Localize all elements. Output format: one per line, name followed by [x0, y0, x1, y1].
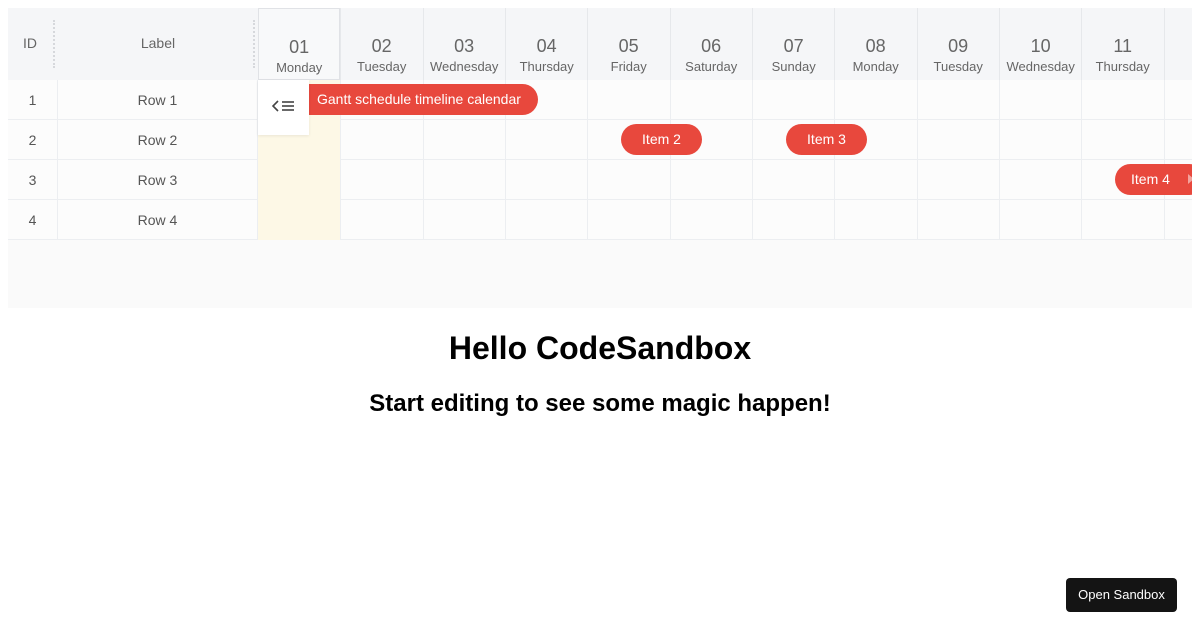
open-sandbox-button[interactable]: Open Sandbox [1066, 578, 1177, 612]
table-row: 1 Row 1 [8, 80, 1192, 120]
table-row: 4 Row 4 [8, 200, 1192, 240]
date-day: Tuesday [357, 59, 407, 74]
row-label: Row 3 [58, 160, 258, 200]
collapse-list-icon [272, 100, 294, 112]
date-number: 07 [783, 36, 804, 56]
page-subtitle: Start editing to see some magic happen! [369, 390, 831, 417]
date-column-10: 10 Wednesday [999, 8, 1081, 80]
gantt-item-label: Item 4 [1131, 171, 1170, 187]
id-header-label: ID [23, 35, 37, 51]
date-day: Tuesday [933, 59, 983, 74]
scroll-right-icon[interactable] [1188, 174, 1192, 184]
date-column-03: 03 Wednesday [422, 8, 505, 80]
label-column-header: Label [58, 8, 258, 80]
date-column-07: 07 Sunday [752, 8, 834, 80]
column-resize-handle[interactable] [53, 20, 55, 68]
gantt-chart: ID Label 01 Monday 02 Tuesday 03 Wednesd… [8, 8, 1192, 308]
date-number: 04 [536, 36, 557, 56]
collapse-list-button[interactable] [258, 80, 309, 135]
date-number: 02 [371, 36, 392, 56]
table-row: 2 Row 2 [8, 120, 1192, 160]
grid-line [587, 80, 588, 240]
column-resize-handle[interactable] [253, 20, 255, 68]
grid-line [834, 80, 835, 240]
date-number: 08 [865, 36, 886, 56]
date-number: 06 [701, 36, 722, 56]
grid-line [669, 80, 671, 240]
date-day: Saturday [685, 59, 738, 74]
date-column-12: 12 F [1163, 8, 1193, 80]
row-id: 2 [8, 120, 58, 160]
date-number: 01 [289, 37, 310, 57]
date-column-09: 09 Tuesday [916, 8, 999, 80]
date-column-04: 04 Thursday [505, 8, 587, 80]
date-number: 05 [618, 36, 639, 56]
gantt-item-bar[interactable]: Item 3 [786, 124, 867, 155]
gantt-item-label: Gantt schedule timeline calendar [317, 91, 521, 107]
gantt-item-bar[interactable]: Gantt schedule timeline calendar [294, 84, 538, 115]
date-number: 10 [1030, 36, 1051, 56]
date-number: 11 [1113, 36, 1133, 56]
date-column-08: 08 Monday [834, 8, 916, 80]
row-id: 4 [8, 200, 58, 240]
date-number: 03 [454, 36, 475, 56]
date-day: Monday [276, 60, 323, 75]
gantt-item-label: Item 2 [642, 131, 681, 147]
id-column-header: ID [8, 8, 58, 80]
date-day: F [1165, 59, 1193, 75]
date-column-02: 02 Tuesday [340, 8, 422, 80]
date-column-01: 01 Monday [258, 8, 341, 80]
date-day: Sunday [771, 59, 816, 74]
grid-line [752, 80, 753, 240]
date-day: Monday [852, 59, 899, 74]
date-day: Thursday [1095, 59, 1150, 74]
date-day: Wednesday [429, 59, 499, 74]
gantt-item-bar[interactable]: Item 2 [621, 124, 702, 155]
row-label: Row 1 [58, 80, 258, 120]
row-id: 1 [8, 80, 58, 120]
date-column-11: 11 Thursday [1081, 8, 1163, 80]
date-number: 12 [1165, 36, 1193, 56]
date-day: Thursday [519, 59, 574, 74]
gantt-header: ID Label 01 Monday 02 Tuesday 03 Wednesd… [8, 8, 1192, 80]
grid-line [1163, 80, 1165, 240]
table-row: 3 Row 3 [8, 160, 1192, 200]
row-id: 3 [8, 160, 58, 200]
page-title: Hello CodeSandbox [448, 330, 752, 366]
row-label: Row 2 [58, 120, 258, 160]
grid-line [1081, 80, 1082, 240]
date-day: Wednesday [1006, 59, 1075, 74]
date-column-05: 05 Friday [587, 8, 669, 80]
gantt-item-bar[interactable]: Item 4 [1115, 164, 1192, 195]
grid-line [916, 80, 918, 240]
label-header-label: Label [140, 35, 176, 51]
date-day: Friday [610, 59, 647, 74]
date-column-06: 06 Saturday [669, 8, 752, 80]
row-label: Row 4 [58, 200, 258, 240]
date-number: 09 [948, 36, 969, 56]
gantt-item-label: Item 3 [807, 131, 846, 147]
grid-line [999, 80, 1000, 240]
